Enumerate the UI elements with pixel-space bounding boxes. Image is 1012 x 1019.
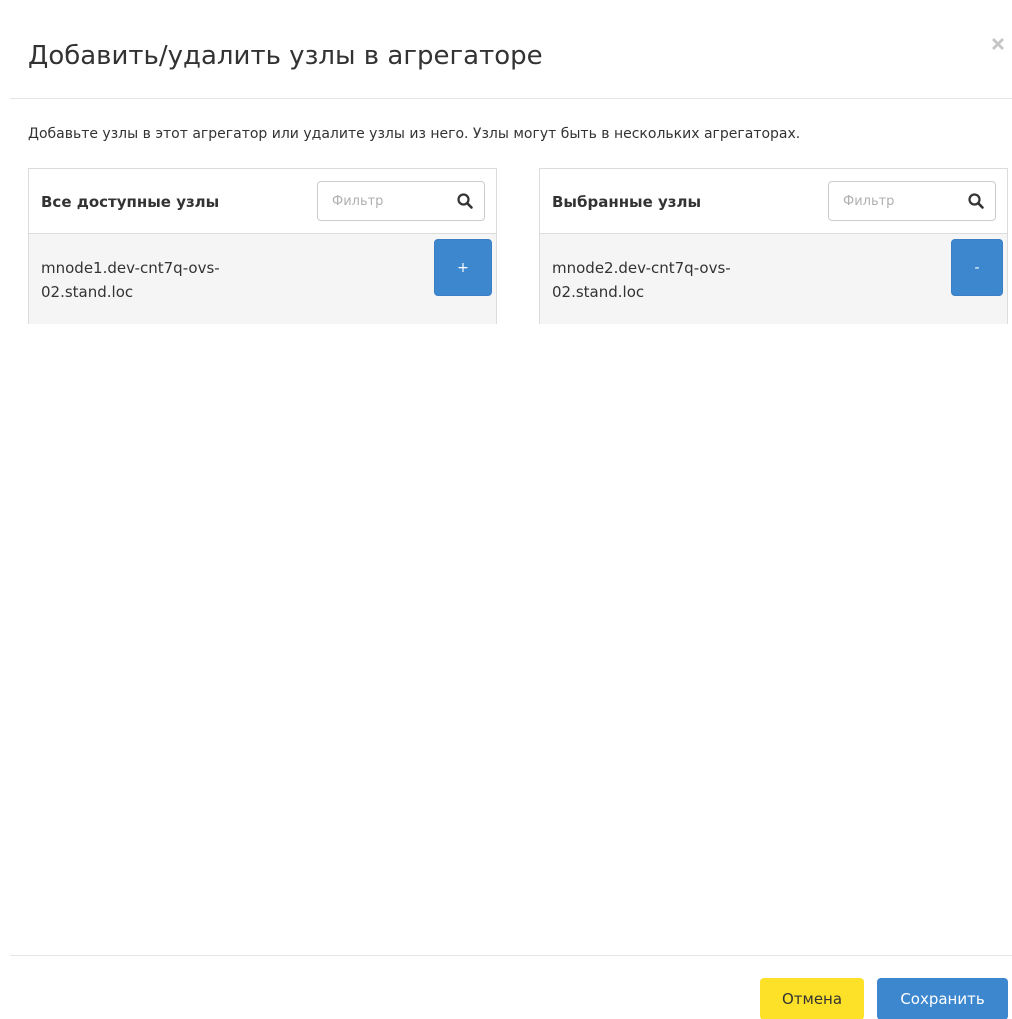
available-nodes-title: Все доступные узлы xyxy=(41,193,220,211)
list-item: mnode1.dev-cnt7q-ovs-02.stand.loc + xyxy=(29,234,496,324)
modal-footer: Отмена Сохранить xyxy=(10,955,1012,1019)
close-icon xyxy=(992,38,1004,50)
available-filter-input[interactable] xyxy=(318,182,442,220)
selected-nodes-title: Выбранные узлы xyxy=(552,193,702,211)
node-name: mnode1.dev-cnt7q-ovs-02.stand.loc xyxy=(41,259,220,301)
node-name: mnode2.dev-cnt7q-ovs-02.stand.loc xyxy=(552,259,731,301)
search-icon[interactable] xyxy=(456,192,474,210)
available-nodes-panel: Все доступные узлы mnode1.dev-cnt7q-ovs-… xyxy=(28,168,497,324)
available-filter xyxy=(317,181,485,221)
list-item: mnode2.dev-cnt7q-ovs-02.stand.loc - xyxy=(540,234,1007,324)
close-button[interactable] xyxy=(984,30,1012,58)
selected-filter-input[interactable] xyxy=(829,182,953,220)
selected-filter xyxy=(828,181,996,221)
modal-dialog: Добавить/удалить узлы в агрегаторе Добав… xyxy=(0,0,1012,1019)
description-text: Добавьте узлы в этот агрегатор или удали… xyxy=(28,126,801,142)
selected-nodes-panel: Выбранные узлы mnode2.dev-cnt7q-ovs-02.s… xyxy=(539,168,1008,324)
add-node-button[interactable]: + xyxy=(434,239,492,296)
save-button[interactable]: Сохранить xyxy=(877,978,1008,1019)
cancel-button[interactable]: Отмена xyxy=(760,978,864,1019)
modal-header: Добавить/удалить узлы в агрегаторе xyxy=(10,0,1012,99)
available-nodes-header: Все доступные узлы xyxy=(29,169,496,234)
modal-title: Добавить/удалить узлы в агрегаторе xyxy=(28,41,543,71)
search-icon[interactable] xyxy=(967,192,985,210)
selected-nodes-header: Выбранные узлы xyxy=(540,169,1007,234)
remove-node-button[interactable]: - xyxy=(951,239,1003,296)
